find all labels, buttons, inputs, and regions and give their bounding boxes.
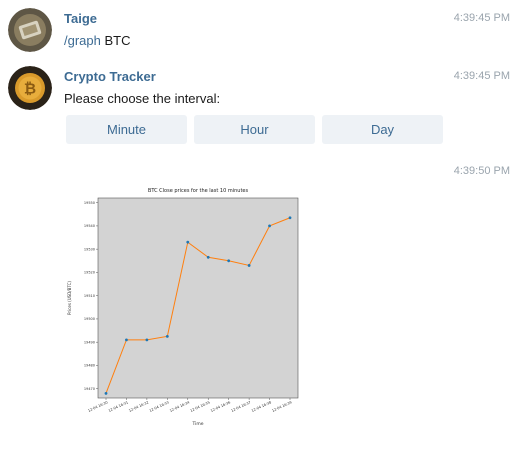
chart-image[interactable]: BTC Close prices for the last 10 minutes… bbox=[60, 183, 310, 428]
chart-title: BTC Close prices for the last 10 minutes bbox=[148, 188, 249, 194]
x-tick-label: 12-04 16:34 bbox=[169, 400, 191, 413]
price-chart: BTC Close prices for the last 10 minutes… bbox=[67, 188, 299, 427]
message-time: 4:39:45 PM bbox=[453, 12, 510, 24]
y-tick-label: 19510 bbox=[84, 294, 95, 298]
message-time: 4:39:45 PM bbox=[453, 70, 510, 82]
sender-name[interactable]: Crypto Tracker bbox=[64, 69, 156, 84]
bot-command-link[interactable]: /graph bbox=[64, 33, 101, 48]
x-tick-label: 12-04 16:35 bbox=[190, 400, 211, 413]
x-tick-label: 12-04 16:30 bbox=[87, 400, 108, 413]
y-tick-label: 19490 bbox=[84, 340, 95, 344]
message-time: 4:39:50 PM bbox=[453, 165, 510, 177]
data-point bbox=[165, 334, 169, 338]
x-tick-label: 12-04 16:31 bbox=[108, 400, 129, 413]
command-argument: BTC bbox=[100, 33, 131, 48]
y-tick-label: 19500 bbox=[84, 317, 95, 321]
data-point bbox=[227, 259, 231, 263]
avatar-taige[interactable] bbox=[8, 8, 52, 52]
x-tick-label: 12-04 16:37 bbox=[230, 400, 251, 413]
interval-day-button[interactable]: Day bbox=[322, 115, 443, 144]
data-point bbox=[186, 240, 190, 244]
x-axis: 12-04 16:30 12-04 16:31 12-04 16:32 12-04 1… bbox=[87, 398, 292, 413]
y-tick-label: 19530 bbox=[84, 247, 95, 251]
data-point bbox=[268, 224, 271, 228]
svg-text:₿: ₿ bbox=[24, 80, 36, 98]
x-tick-label: 12-04 16:39 bbox=[271, 400, 292, 413]
y-tick-label: 19520 bbox=[84, 271, 95, 275]
data-point bbox=[288, 216, 292, 220]
y-tick-label: 19550 bbox=[84, 201, 95, 205]
x-axis-label: Time bbox=[191, 421, 203, 427]
y-axis-label: Prices (USD/BTC) bbox=[67, 281, 72, 315]
sender-name[interactable]: Taige bbox=[64, 11, 97, 26]
y-axis: 19470 19480 19490 19500 19510 19520 19530 19540… bbox=[84, 201, 98, 391]
y-tick-label: 19540 bbox=[84, 224, 95, 228]
x-tick-label: 12-04 16:33 bbox=[149, 400, 170, 413]
x-tick-label: 12-04 16:38 bbox=[251, 400, 272, 413]
data-point bbox=[247, 264, 251, 267]
interval-hour-button[interactable]: Hour bbox=[194, 115, 315, 144]
x-tick-label: 12-04 16:32 bbox=[128, 400, 149, 413]
avatar-crypto-tracker[interactable]: ₿ bbox=[8, 66, 52, 110]
data-point bbox=[125, 338, 128, 342]
inline-keyboard: Minute Hour Day bbox=[66, 115, 443, 144]
interval-minute-button[interactable]: Minute bbox=[66, 115, 187, 144]
data-point bbox=[206, 255, 210, 259]
y-tick-label: 19480 bbox=[84, 364, 95, 368]
y-tick-label: 19470 bbox=[84, 387, 95, 391]
data-point bbox=[145, 338, 149, 342]
message-text: Please choose the interval: bbox=[64, 91, 221, 106]
x-tick-label: 12-04 16:36 bbox=[210, 400, 231, 413]
data-point bbox=[104, 391, 108, 395]
message-text: /graph BTC bbox=[64, 33, 131, 48]
